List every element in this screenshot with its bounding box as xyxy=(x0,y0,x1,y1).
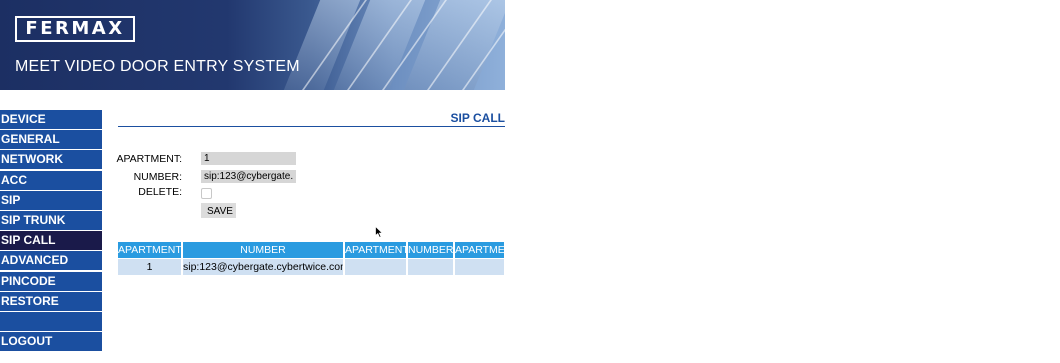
delete-checkbox[interactable] xyxy=(201,188,212,199)
column-header-apartment: APARTMENT xyxy=(118,242,181,258)
column-header-apartment-3: APARTME xyxy=(455,242,504,258)
table-cell-apartment-2 xyxy=(345,259,406,275)
table-cell-apartment-3 xyxy=(455,259,504,275)
sidebar-item-sip-trunk[interactable]: SIP TRUNK xyxy=(0,210,102,230)
mouse-cursor-icon xyxy=(375,226,384,238)
table-header-row: APARTMENT NUMBER APARTMENT NUMBER APARTM… xyxy=(118,242,506,259)
apartment-label: APARTMENT: xyxy=(116,153,182,165)
apartment-input[interactable] xyxy=(201,152,296,165)
sidebar-item-advanced[interactable]: ADVANCED xyxy=(0,251,102,271)
sidebar-item-logout[interactable]: LOGOUT xyxy=(0,332,102,352)
table-cell-apartment: 1 xyxy=(118,259,181,275)
number-input[interactable] xyxy=(201,170,296,183)
table-cell-number: sip:123@cybergate.cybertwice.com xyxy=(183,259,343,275)
save-button[interactable]: SAVE xyxy=(201,203,236,218)
column-header-apartment-2: APARTMENT xyxy=(345,242,406,258)
sidebar-item-device[interactable]: DEVICE xyxy=(0,110,102,129)
header-tagline: MEET VIDEO DOOR ENTRY SYSTEM xyxy=(15,58,300,75)
column-header-number-2: NUMBER xyxy=(408,242,453,258)
sidebar-item-pincode[interactable]: PINCODE xyxy=(0,271,102,291)
title-divider xyxy=(118,126,505,127)
sip-call-table: APARTMENT NUMBER APARTMENT NUMBER APARTM… xyxy=(118,242,506,276)
page-title: SIP CALL xyxy=(450,111,505,125)
sidebar-item-blank xyxy=(0,311,102,331)
table-row[interactable]: 1 sip:123@cybergate.cybertwice.com xyxy=(118,259,506,276)
header-banner: FERMAX MEET VIDEO DOOR ENTRY SYSTEM xyxy=(0,0,505,90)
fermax-logo: FERMAX xyxy=(15,16,135,42)
column-header-number: NUMBER xyxy=(183,242,343,258)
sidebar-item-restore[interactable]: RESTORE xyxy=(0,291,102,311)
table-cell-number-2 xyxy=(408,259,453,275)
sidebar-item-general[interactable]: GENERAL xyxy=(0,130,102,150)
sidebar-nav: DEVICE GENERAL NETWORK ACC SIP SIP TRUNK… xyxy=(0,110,102,352)
delete-label: DELETE: xyxy=(138,186,182,198)
number-label: NUMBER: xyxy=(133,171,182,183)
sidebar-item-sip-call[interactable]: SIP CALL xyxy=(0,231,102,251)
